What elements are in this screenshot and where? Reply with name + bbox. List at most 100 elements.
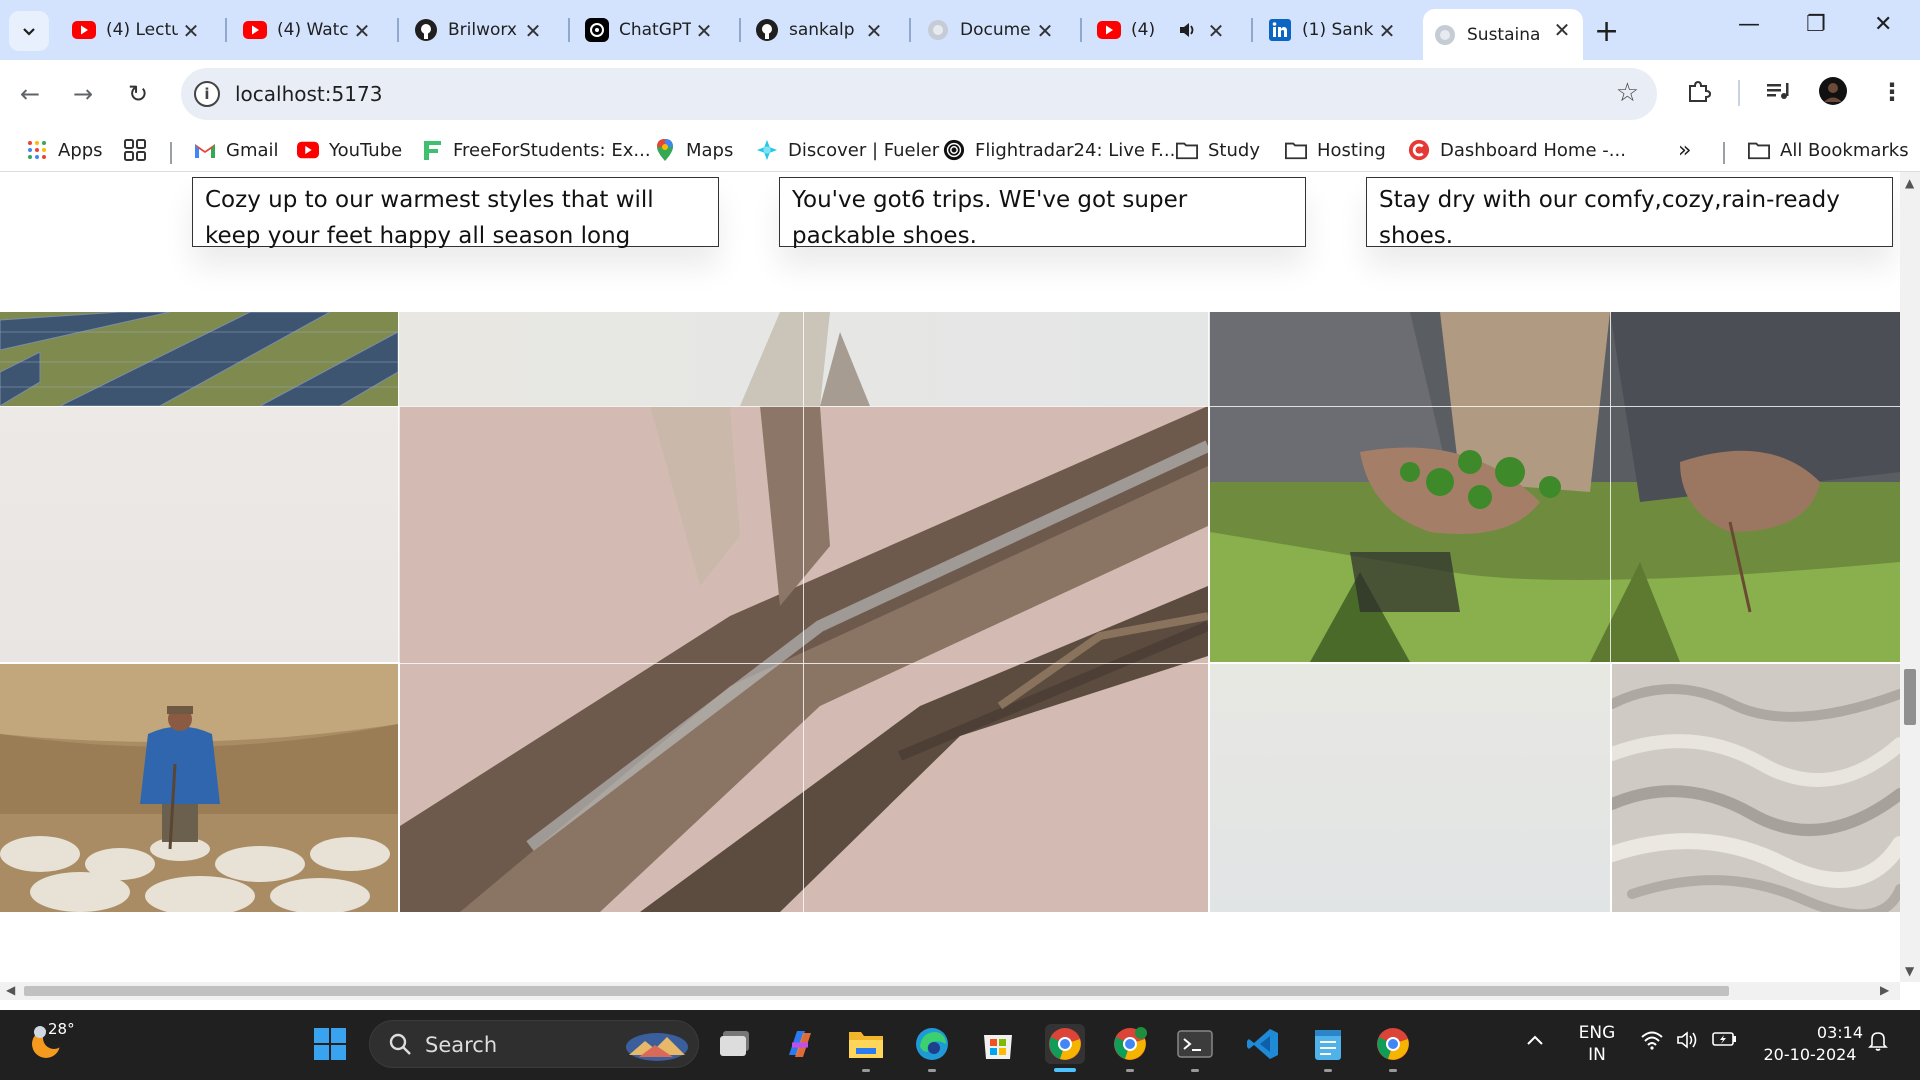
speaker-icon[interactable] [1177, 20, 1197, 45]
product-card-packable-shoes[interactable]: You've got6 trips. WE've got super packa… [779, 177, 1306, 249]
scroll-right-arrow-icon[interactable]: ▶ [1880, 983, 1889, 997]
bookmark-youtube[interactable]: YouTube [297, 136, 402, 164]
vertical-scrollbar[interactable]: ▲ ▼ [1900, 172, 1920, 982]
tab-chatgpt[interactable]: ChatGPT ✕ [575, 10, 725, 50]
volume-icon[interactable] [1676, 1030, 1700, 1056]
tab-github-sankalp[interactable]: sankalp ✕ [745, 10, 895, 50]
input-language-indicator[interactable]: ENG IN [1578, 1022, 1616, 1066]
tab-github-brilworx[interactable]: Brilworx ✕ [404, 10, 554, 50]
tab-linkedin[interactable]: (1) Sank ✕ [1258, 10, 1408, 50]
tab-sustainable-active[interactable]: Sustaina ✕ [1423, 9, 1583, 60]
running-indicator [1389, 1069, 1397, 1072]
tab-youtube-lecture[interactable]: (4) Lectu ✕ [62, 10, 212, 50]
tab-youtube-watch[interactable]: (4) Watc ✕ [233, 10, 383, 50]
copilot-icon[interactable] [780, 1024, 820, 1064]
bookmark-study-folder[interactable]: Study [1176, 136, 1260, 164]
chatgpt-icon [585, 18, 609, 42]
site-info-icon[interactable]: i [194, 81, 220, 107]
close-tab-icon[interactable]: ✕ [1551, 18, 1573, 42]
active-app-indicator [1054, 1068, 1076, 1072]
chrome-profile-icon[interactable] [1110, 1024, 1150, 1064]
task-view-icon[interactable] [716, 1024, 756, 1064]
product-card-warm-styles[interactable]: Cozy up to our warmest styles that will … [192, 177, 719, 249]
search-placeholder: Search [425, 1033, 498, 1057]
new-tab-plus-icon[interactable]: + [1594, 14, 1619, 49]
browser-toolbar: ← → ↻ i localhost:5173 ☆ ⋮ [0, 60, 1920, 128]
forward-arrow-icon[interactable]: → [73, 80, 93, 108]
close-tab-icon[interactable]: ✕ [180, 19, 202, 43]
card-caption: Cozy up to our warmest styles that will … [205, 187, 654, 249]
clock[interactable]: 03:14 20-10-2024 [1757, 1022, 1864, 1066]
windows-start-icon[interactable] [310, 1024, 350, 1064]
bookmark-star-icon[interactable]: ☆ [1616, 78, 1639, 108]
close-tab-icon[interactable]: ✕ [1034, 19, 1056, 43]
bookmark-freeforstudents[interactable]: FreeForStudents: Ex... [421, 136, 651, 164]
tab-youtube-playing[interactable]: (4) E ✕ [1087, 10, 1237, 50]
bookmark-maps[interactable]: Maps [654, 136, 733, 164]
chrome-icon[interactable] [1373, 1024, 1413, 1064]
product-card-rain-ready[interactable]: Stay dry with our comfy,cozy,rain-ready … [1366, 177, 1893, 249]
bookmark-gmail[interactable]: Gmail [194, 136, 279, 164]
taskbar-search-box[interactable]: Search [369, 1020, 699, 1068]
bookmark-label: Discover | Fueler [788, 139, 940, 161]
horizontal-scrollbar[interactable]: ◀ ▶ [0, 982, 1900, 1000]
tab-search-button[interactable] [9, 11, 49, 51]
mosaic-light-panel-right [1210, 664, 1610, 912]
running-indicator [1191, 1069, 1199, 1072]
terminal-icon[interactable] [1175, 1024, 1215, 1064]
tab-groups-icon [124, 139, 146, 161]
bookmark-fueler[interactable]: Discover | Fueler [756, 136, 939, 164]
bookmark-apps[interactable]: Apps [26, 136, 103, 164]
chrome-icon-active[interactable] [1045, 1024, 1085, 1064]
close-tab-icon[interactable]: ✕ [1205, 19, 1227, 43]
youtube-icon [243, 18, 267, 42]
file-explorer-icon[interactable] [846, 1024, 886, 1064]
close-tab-icon[interactable]: ✕ [693, 19, 715, 43]
profile-avatar[interactable] [1818, 76, 1848, 112]
wifi-icon[interactable] [1640, 1030, 1664, 1056]
address-bar[interactable]: i localhost:5173 ☆ [181, 68, 1657, 120]
back-arrow-icon[interactable]: ← [20, 80, 40, 108]
apps-grid-icon [26, 139, 48, 161]
scroll-down-arrow-icon[interactable]: ▼ [1905, 964, 1914, 978]
extensions-puzzle-icon[interactable] [1686, 78, 1712, 110]
close-window-icon[interactable]: ✕ [1874, 12, 1892, 37]
card-caption: You've got6 trips. WE've got super packa… [792, 187, 1188, 249]
close-tab-icon[interactable]: ✕ [351, 19, 373, 43]
vscode-icon[interactable] [1243, 1024, 1283, 1064]
show-hidden-icons-chevron-icon[interactable] [1526, 1030, 1544, 1052]
minimize-window-icon[interactable]: — [1738, 12, 1760, 37]
scroll-up-arrow-icon[interactable]: ▲ [1905, 176, 1914, 190]
close-tab-icon[interactable]: ✕ [863, 19, 885, 43]
tab-divider [397, 18, 399, 42]
grid-divider [1610, 312, 1611, 912]
restore-window-icon[interactable]: ❐ [1806, 12, 1826, 37]
url-text[interactable]: localhost:5173 [235, 82, 382, 106]
microsoft-store-icon[interactable] [978, 1024, 1018, 1064]
tab-document[interactable]: Docume ✕ [916, 10, 1066, 50]
region-code: IN [1588, 1045, 1606, 1065]
close-tab-icon[interactable]: ✕ [522, 19, 544, 43]
media-control-icon[interactable] [1765, 78, 1791, 110]
battery-charging-icon[interactable] [1712, 1030, 1738, 1054]
notifications-bell-icon[interactable] [1868, 1030, 1888, 1058]
bookmark-tab-groups[interactable] [124, 136, 156, 164]
edge-browser-icon[interactable] [912, 1024, 952, 1064]
notepad-icon[interactable] [1308, 1024, 1348, 1064]
bookmarks-overflow-chevron-icon[interactable]: » [1678, 136, 1691, 164]
toolbar-divider [1738, 80, 1740, 106]
tab-divider [225, 18, 227, 42]
bookmark-dashboard[interactable]: Dashboard Home -... [1408, 136, 1626, 164]
kebab-menu-icon[interactable]: ⋮ [1880, 78, 1904, 106]
grid-divider [398, 312, 399, 912]
close-tab-icon[interactable]: ✕ [1376, 19, 1398, 43]
scroll-left-arrow-icon[interactable]: ◀ [6, 983, 15, 997]
bookmark-flightradar[interactable]: Flightradar24: Live F... [943, 136, 1175, 164]
grid-divider [0, 663, 1900, 664]
vertical-scroll-thumb[interactable] [1904, 669, 1916, 725]
bookmark-hosting-folder[interactable]: Hosting [1285, 136, 1386, 164]
reload-icon[interactable]: ↻ [128, 80, 148, 108]
horizontal-scroll-thumb[interactable] [24, 986, 1729, 996]
all-bookmarks-folder[interactable]: All Bookmarks [1748, 136, 1909, 164]
freeforstudents-icon [421, 139, 443, 161]
